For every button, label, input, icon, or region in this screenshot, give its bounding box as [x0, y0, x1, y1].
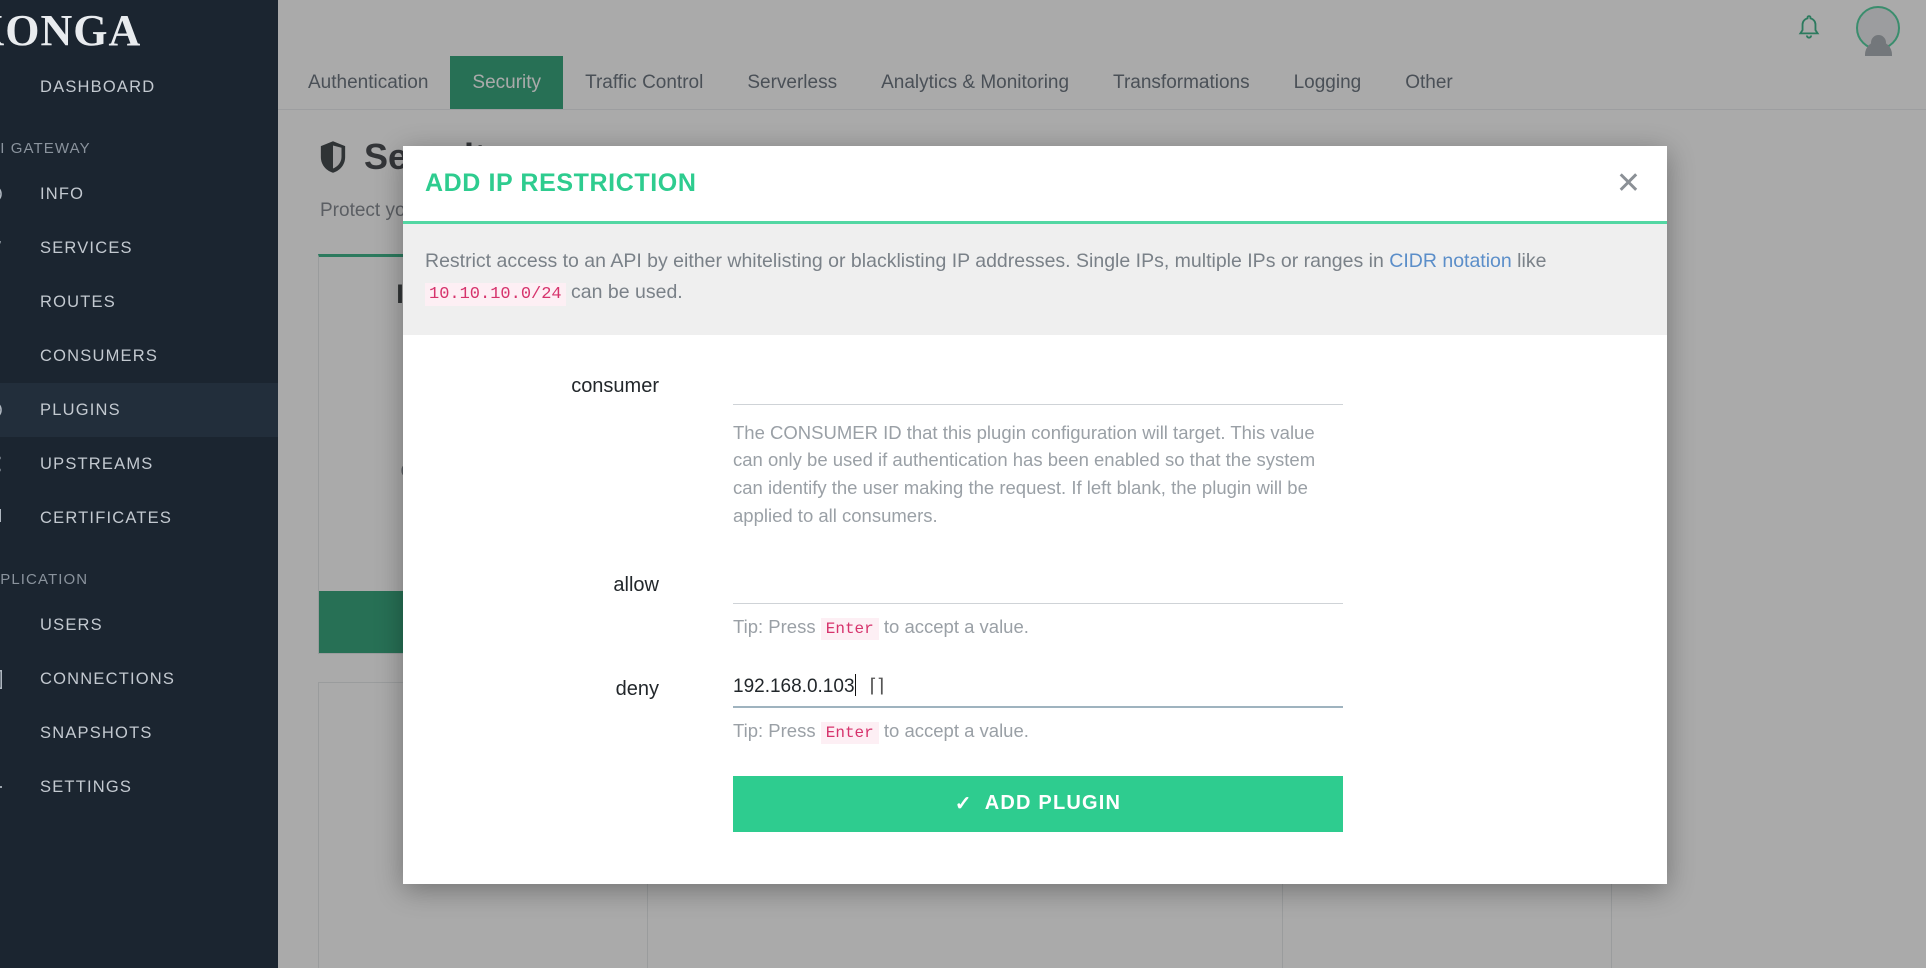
sidebar-item-snapshots[interactable]: SNAPSHOTS [0, 706, 278, 760]
dashboard-icon [0, 78, 40, 97]
close-icon[interactable]: ✕ [1616, 168, 1641, 199]
sidebar-item-info[interactable]: INFO [0, 167, 278, 221]
services-icon [0, 239, 40, 257]
sidebar-item-upstreams[interactable]: UPSTREAMS [0, 437, 278, 491]
brand-logo: KONGA [0, 0, 278, 60]
sidebar-item-label: PLUGINS [40, 400, 121, 419]
cidr-example-code: 10.10.10.0/24 [425, 282, 566, 306]
enter-key-badge: Enter [820, 721, 879, 744]
connections-icon [0, 669, 40, 689]
deny-tip-prefix: Tip: Press [733, 719, 821, 741]
sidebar-item-label: DASHBOARD [40, 77, 156, 96]
deny-field-label: deny [615, 677, 659, 700]
enter-key-badge: Enter [820, 617, 879, 640]
allow-field-label: allow [613, 573, 659, 596]
plugins-icon [0, 401, 40, 419]
form-row-allow: allow Tip: Press Enter to accept a value… [403, 569, 1667, 640]
modal-description-middle: like [1511, 250, 1547, 272]
deny-input-wrapper[interactable]: 192.168.0.103 ⌈⌉ [733, 673, 1343, 708]
modal-form: consumer The CONSUMER ID that this plugi… [403, 334, 1667, 884]
sidebar-item-label: ROUTES [40, 292, 116, 311]
sidebar-item-connections[interactable]: CONNECTIONS [0, 652, 278, 706]
app-root: Authentication Security Traffic Control … [0, 0, 1926, 968]
consumer-input[interactable] [733, 370, 1343, 405]
allow-tip-prefix: Tip: Press [733, 615, 821, 637]
modal-header: ADD IP RESTRICTION ✕ [403, 146, 1667, 224]
sidebar-item-certificates[interactable]: CERTIFICATES [0, 491, 278, 545]
sidebar-item-plugins[interactable]: PLUGINS [0, 383, 278, 437]
sidebar-section-application: APPLICATION [0, 571, 89, 588]
info-icon [0, 185, 40, 203]
sidebar-item-label: CONSUMERS [40, 346, 159, 365]
sidebar-item-label: UPSTREAMS [40, 454, 154, 473]
modal-title: ADD IP RESTRICTION [425, 169, 697, 197]
allow-input[interactable] [733, 569, 1343, 604]
routes-icon [0, 294, 40, 310]
submit-add-plugin-label: ADD PLUGIN [984, 792, 1122, 815]
sidebar-item-users[interactable]: USERS [0, 598, 278, 652]
settings-icon [0, 778, 40, 796]
sidebar-section-api-gateway: API GATEWAY [0, 140, 91, 157]
sidebar-item-dashboard[interactable]: DASHBOARD [0, 60, 278, 114]
modal-description-suffix: can be used. [565, 280, 683, 303]
form-row-consumer: consumer The CONSUMER ID that this plugi… [403, 370, 1667, 530]
consumer-field-label: consumer [571, 374, 659, 397]
submit-add-plugin-button[interactable]: ✓ ADD PLUGIN [733, 775, 1343, 832]
deny-input-value: 192.168.0.103 [733, 675, 855, 697]
sidebar-item-settings[interactable]: SETTINGS [0, 760, 278, 814]
text-caret [854, 673, 856, 696]
snapshots-icon [0, 724, 40, 742]
allow-tip-suffix: to accept a value. [878, 615, 1029, 637]
certificates-icon [0, 508, 40, 528]
consumer-field-help: The CONSUMER ID that this plugin configu… [733, 421, 1316, 526]
ibeam-cursor-icon: ⌈⌉ [869, 675, 885, 697]
consumers-icon [0, 348, 40, 364]
add-ip-restriction-modal: ADD IP RESTRICTION ✕ Restrict access to … [403, 146, 1667, 884]
allow-field-tip: Tip: Press Enter to accept a value. [733, 615, 1647, 640]
form-row-deny: deny 192.168.0.103 ⌈⌉ Tip: Press Enter to… [403, 673, 1667, 744]
sidebar-item-label: SERVICES [40, 238, 133, 257]
sidebar-item-label: USERS [40, 615, 103, 634]
sidebar-item-label: SNAPSHOTS [40, 723, 153, 742]
sidebar-item-label: CONNECTIONS [40, 669, 176, 688]
sidebar-item-label: CERTIFICATES [40, 508, 173, 527]
sidebar-item-consumers[interactable]: CONSUMERS [0, 329, 278, 383]
sidebar-item-label: SETTINGS [40, 777, 133, 796]
modal-description-text: Restrict access to an API by either whit… [425, 250, 1390, 272]
sidebar-item-label: INFO [40, 184, 85, 203]
deny-field-tip: Tip: Press Enter to accept a value. [733, 719, 1647, 744]
upstreams-icon [0, 455, 40, 473]
modal-description: Restrict access to an API by either whit… [403, 224, 1667, 335]
cidr-notation-link[interactable]: CIDR notation [1389, 250, 1511, 272]
check-icon: ✓ [954, 793, 973, 816]
deny-tip-suffix: to accept a value. [878, 719, 1029, 741]
users-icon [0, 617, 40, 633]
brand-name: KONGA [0, 5, 142, 55]
sidebar: KONGA DASHBOARD API GATEWAY INFO SERVICE… [0, 0, 278, 968]
sidebar-item-routes[interactable]: ROUTES [0, 275, 278, 329]
sidebar-item-services[interactable]: SERVICES [0, 221, 278, 275]
